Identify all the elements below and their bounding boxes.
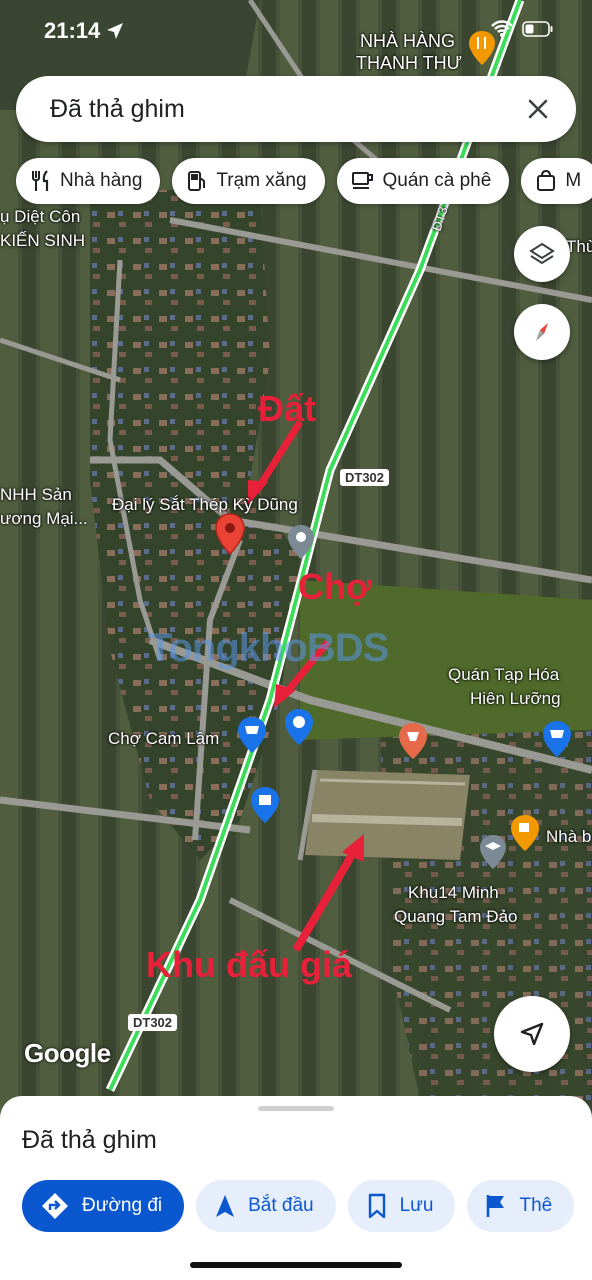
market-marker-icon[interactable]: [237, 716, 267, 754]
school-marker-icon[interactable]: [287, 524, 315, 560]
poi-label: THANH THƯ: [356, 53, 463, 73]
poi-label: Chợ Cam Lâm: [108, 729, 220, 748]
poi-label: Đại lý Sắt Thép Kỳ Dũng: [112, 495, 298, 514]
search-query[interactable]: Đã thả ghim: [50, 95, 512, 124]
battery-icon: [522, 21, 553, 37]
layers-icon: [529, 242, 555, 265]
road-badge: DT302: [340, 469, 390, 486]
road-badge: DT302: [128, 1014, 178, 1031]
watermark: TongkhoBDS: [148, 626, 389, 670]
chip-label: Nhà hàng: [60, 170, 143, 191]
poi-label: Nhà b: [546, 827, 592, 846]
annotation-khu-dau-gia: Khu đấu giá: [146, 944, 352, 985]
chip-label: M: [565, 170, 582, 191]
chip-shopping[interactable]: M: [521, 158, 592, 204]
shop-marker-icon[interactable]: [542, 720, 572, 758]
coffee-icon: [351, 172, 373, 189]
start-button[interactable]: Bắt đầu: [196, 1180, 336, 1232]
place-title: Đã thả ghim: [22, 1126, 157, 1154]
chip-cafes[interactable]: Quán cà phê: [336, 158, 510, 204]
compass-button[interactable]: [514, 304, 570, 360]
dropped-pin-icon[interactable]: [214, 512, 246, 556]
poi-label: Hiên Lưỡng: [470, 689, 561, 708]
wifi-icon: [491, 20, 513, 37]
annotation-cho: Chợ: [298, 566, 372, 607]
poi-label: Khu14 Minh: [408, 883, 499, 902]
shop-marker-icon[interactable]: [250, 786, 280, 824]
compass-icon: [536, 323, 548, 341]
poi-label: NHH Sản: [0, 485, 72, 504]
poi-label: ương Mại...: [0, 509, 88, 528]
more-label: Thê: [519, 1195, 553, 1216]
search-bar[interactable]: Đã thả ghim: [16, 76, 576, 142]
cafe-marker-icon[interactable]: [510, 814, 540, 852]
chip-label: Trạm xăng: [216, 170, 307, 191]
layers-button[interactable]: [514, 226, 570, 282]
navigation-arrow-icon: [520, 1022, 544, 1046]
status-time: 21:14: [44, 18, 101, 43]
chip-restaurants[interactable]: Nhà hàng: [16, 158, 161, 204]
action-buttons: Đường đi Bắt đầu Lưu Thê: [22, 1180, 575, 1232]
status-icons: [490, 20, 554, 38]
shop-marker-icon[interactable]: [284, 708, 314, 746]
restaurant-icon: [32, 170, 49, 191]
school-marker-icon[interactable]: [479, 834, 507, 870]
save-label: Lưu: [399, 1195, 434, 1216]
drag-handle[interactable]: [258, 1106, 334, 1111]
clear-search-button[interactable]: [512, 83, 564, 135]
poi-label: ụ Diệt Côn: [0, 207, 81, 226]
bookmark-icon: [368, 1193, 385, 1219]
flag-icon: [487, 1195, 505, 1217]
directions-label: Đường đi: [82, 1195, 163, 1216]
google-attribution: Google: [24, 1038, 111, 1068]
shopping-bag-icon: [537, 169, 556, 191]
category-chips: Nhà hàng Trạm xăng Quán cà phê M: [16, 158, 592, 204]
store-marker-icon[interactable]: [398, 722, 428, 760]
save-button[interactable]: Lưu: [347, 1180, 456, 1232]
poi-label: Quang Tam Đảo: [394, 907, 518, 926]
poi-label: NHÀ HÀNG: [360, 31, 456, 51]
close-icon: [528, 99, 548, 119]
home-indicator[interactable]: [190, 1262, 402, 1268]
directions-button[interactable]: Đường đi: [22, 1180, 185, 1232]
status-bar: 21:14: [44, 18, 124, 44]
chip-label: Quán cà phê: [382, 170, 492, 191]
place-bottom-sheet[interactable]: Đã thả ghim Đường đi Bắt đầu Lưu Thê: [0, 1096, 592, 1280]
gas-station-icon: [188, 171, 206, 191]
place-label: KIẾN SINH: [0, 231, 86, 250]
annotation-dat: Đất: [258, 388, 317, 429]
navigation-arrow-icon: [216, 1195, 235, 1217]
poi-label: Quán Tạp Hóa: [448, 665, 560, 684]
more-button[interactable]: Thê: [467, 1180, 575, 1232]
start-label: Bắt đầu: [248, 1195, 314, 1216]
directions-icon: [42, 1193, 68, 1219]
chip-gas-stations[interactable]: Trạm xăng: [172, 158, 325, 204]
location-arrow-icon: [107, 23, 124, 39]
my-location-button[interactable]: [494, 996, 570, 1072]
